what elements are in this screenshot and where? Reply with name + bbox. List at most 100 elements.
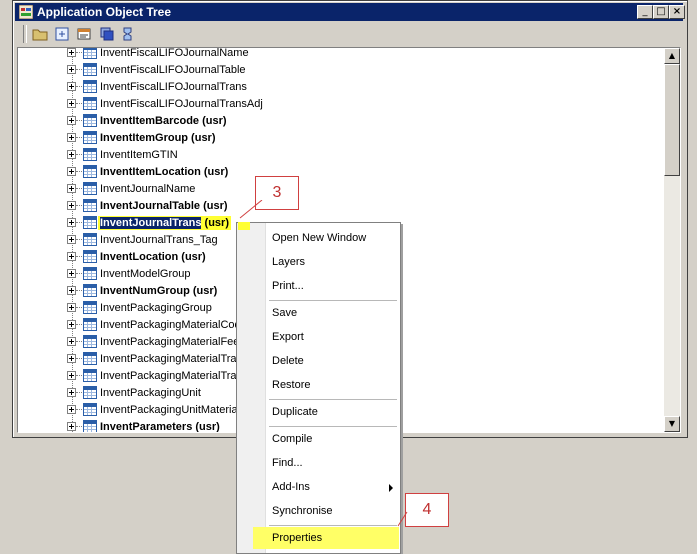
tree-node-label: InventItemGroup (usr) bbox=[100, 132, 216, 144]
table-icon bbox=[83, 318, 97, 331]
tree-node[interactable]: InventJournalName bbox=[18, 181, 658, 198]
open-folder-icon[interactable] bbox=[31, 26, 49, 42]
tree-node[interactable]: InventFiscalLIFOJournalName bbox=[18, 47, 658, 62]
menu-item-restore[interactable]: Restore bbox=[265, 374, 399, 396]
tree-node-label: InventJournalTrans_Tag bbox=[100, 234, 218, 246]
table-icon bbox=[83, 284, 97, 297]
menu-separator bbox=[269, 426, 397, 427]
expand-plus-icon[interactable] bbox=[67, 337, 76, 346]
expand-plus-icon[interactable] bbox=[67, 167, 76, 176]
tree-node-label: InventFiscalLIFOJournalName bbox=[100, 47, 249, 59]
table-icon bbox=[83, 250, 97, 263]
menu-separator bbox=[269, 399, 397, 400]
tree-branch-line bbox=[76, 222, 82, 223]
tree-node[interactable]: InventItemBarcode (usr) bbox=[18, 113, 658, 130]
aot-app-icon bbox=[19, 5, 33, 19]
table-icon bbox=[83, 301, 97, 314]
expand-plus-icon[interactable] bbox=[67, 48, 76, 57]
minimize-button[interactable]: _ bbox=[637, 5, 653, 19]
expand-plus-icon[interactable] bbox=[67, 269, 76, 278]
expand-plus-icon[interactable] bbox=[67, 235, 76, 244]
layers-icon[interactable] bbox=[97, 26, 115, 42]
menu-item-export[interactable]: Export bbox=[265, 326, 399, 348]
table-icon bbox=[83, 97, 97, 110]
tree-node[interactable]: InventItemLocation (usr) bbox=[18, 164, 658, 181]
expand-plus-icon[interactable] bbox=[67, 133, 76, 142]
expand-plus-icon[interactable] bbox=[67, 388, 76, 397]
context-menu: Open New Window Layers Print... Save Export D… bbox=[236, 222, 401, 554]
tree-node-label: InventFiscalLIFOJournalTrans bbox=[100, 81, 247, 93]
expand-plus-icon[interactable] bbox=[67, 252, 76, 261]
expand-plus-icon[interactable] bbox=[67, 82, 76, 91]
scroll-up-button[interactable]: ▲ bbox=[664, 48, 680, 64]
tree-branch-line bbox=[76, 426, 82, 427]
menu-item-compile[interactable]: Compile bbox=[265, 428, 399, 450]
vertical-scrollbar[interactable]: ▲ ▼ bbox=[664, 48, 680, 432]
window-title: Application Object Tree bbox=[37, 5, 172, 19]
expand-plus-icon[interactable] bbox=[67, 303, 76, 312]
menu-item-layers[interactable]: Layers bbox=[265, 251, 399, 273]
tree-node-label: InventPackagingUnit bbox=[100, 387, 201, 399]
close-button[interactable]: × bbox=[669, 5, 685, 19]
tree-branch-line bbox=[76, 273, 82, 274]
menu-item-add-ins[interactable]: Add-Ins bbox=[265, 476, 399, 498]
menu-item-delete[interactable]: Delete bbox=[265, 350, 399, 372]
tree-branch-line bbox=[76, 137, 82, 138]
maximize-button[interactable]: □ bbox=[653, 5, 669, 19]
tree-node[interactable]: InventJournalTable (usr) bbox=[18, 198, 658, 215]
tree-node[interactable]: InventFiscalLIFOJournalTransAdj bbox=[18, 96, 658, 113]
tree-node-label: InventItemBarcode (usr) bbox=[100, 115, 227, 127]
expand-plus-icon[interactable] bbox=[67, 371, 76, 380]
tree-branch-line bbox=[76, 358, 82, 359]
expand-plus-icon[interactable] bbox=[67, 286, 76, 295]
compile-icon[interactable] bbox=[119, 26, 137, 42]
callout-3-pointer bbox=[239, 200, 263, 219]
menu-item-open-new-window[interactable]: Open New Window bbox=[265, 227, 399, 249]
submenu-arrow-icon bbox=[389, 484, 393, 492]
table-icon bbox=[83, 267, 97, 280]
menu-item-label: Duplicate bbox=[272, 406, 318, 418]
tree-branch-line bbox=[76, 375, 82, 376]
properties-icon[interactable] bbox=[75, 26, 93, 42]
table-icon bbox=[83, 420, 97, 432]
table-icon bbox=[83, 335, 97, 348]
menu-item-duplicate[interactable]: Duplicate bbox=[265, 401, 399, 423]
expand-plus-icon[interactable] bbox=[67, 99, 76, 108]
tree-branch-line bbox=[76, 239, 82, 240]
tree-node[interactable]: InventItemGTIN bbox=[18, 147, 658, 164]
expand-plus-icon[interactable] bbox=[67, 116, 76, 125]
menu-item-find[interactable]: Find... bbox=[265, 452, 399, 474]
expand-plus-icon[interactable] bbox=[67, 405, 76, 414]
table-icon bbox=[83, 165, 97, 178]
scroll-thumb[interactable] bbox=[664, 64, 680, 176]
new-node-icon[interactable] bbox=[53, 26, 71, 42]
expand-plus-icon[interactable] bbox=[67, 65, 76, 74]
expand-plus-icon[interactable] bbox=[67, 320, 76, 329]
menu-item-label: Print... bbox=[272, 280, 304, 292]
selected-node-name: InventJournalTrans bbox=[100, 217, 202, 229]
expand-plus-icon[interactable] bbox=[67, 354, 76, 363]
table-icon bbox=[83, 369, 97, 382]
menu-item-label: Restore bbox=[272, 379, 311, 391]
tree-branch-line bbox=[76, 324, 82, 325]
table-icon bbox=[83, 216, 97, 229]
tree-branch-line bbox=[76, 409, 82, 410]
toolbar-grip bbox=[23, 25, 27, 43]
expand-plus-icon[interactable] bbox=[67, 201, 76, 210]
scroll-down-button[interactable]: ▼ bbox=[664, 416, 680, 432]
tree-branch-line bbox=[76, 52, 82, 53]
tree-node[interactable]: InventFiscalLIFOJournalTable bbox=[18, 62, 658, 79]
menu-item-print[interactable]: Print... bbox=[265, 275, 399, 297]
selected-node-suffix: (usr) bbox=[201, 217, 229, 229]
tree-node[interactable]: InventFiscalLIFOJournalTrans bbox=[18, 79, 658, 96]
title-bar[interactable]: Application Object Tree _ □ × bbox=[15, 3, 685, 21]
tree-node-label: InventParameters (usr) bbox=[100, 421, 220, 433]
menu-item-save[interactable]: Save bbox=[265, 302, 399, 324]
expand-plus-icon[interactable] bbox=[67, 184, 76, 193]
expand-plus-icon[interactable] bbox=[67, 150, 76, 159]
tree-node[interactable]: InventItemGroup (usr) bbox=[18, 130, 658, 147]
tree-branch-line bbox=[76, 154, 82, 155]
expand-plus-icon[interactable] bbox=[67, 218, 76, 227]
expand-plus-icon[interactable] bbox=[67, 422, 76, 431]
menu-item-synchronise[interactable]: Synchronise bbox=[265, 500, 399, 522]
